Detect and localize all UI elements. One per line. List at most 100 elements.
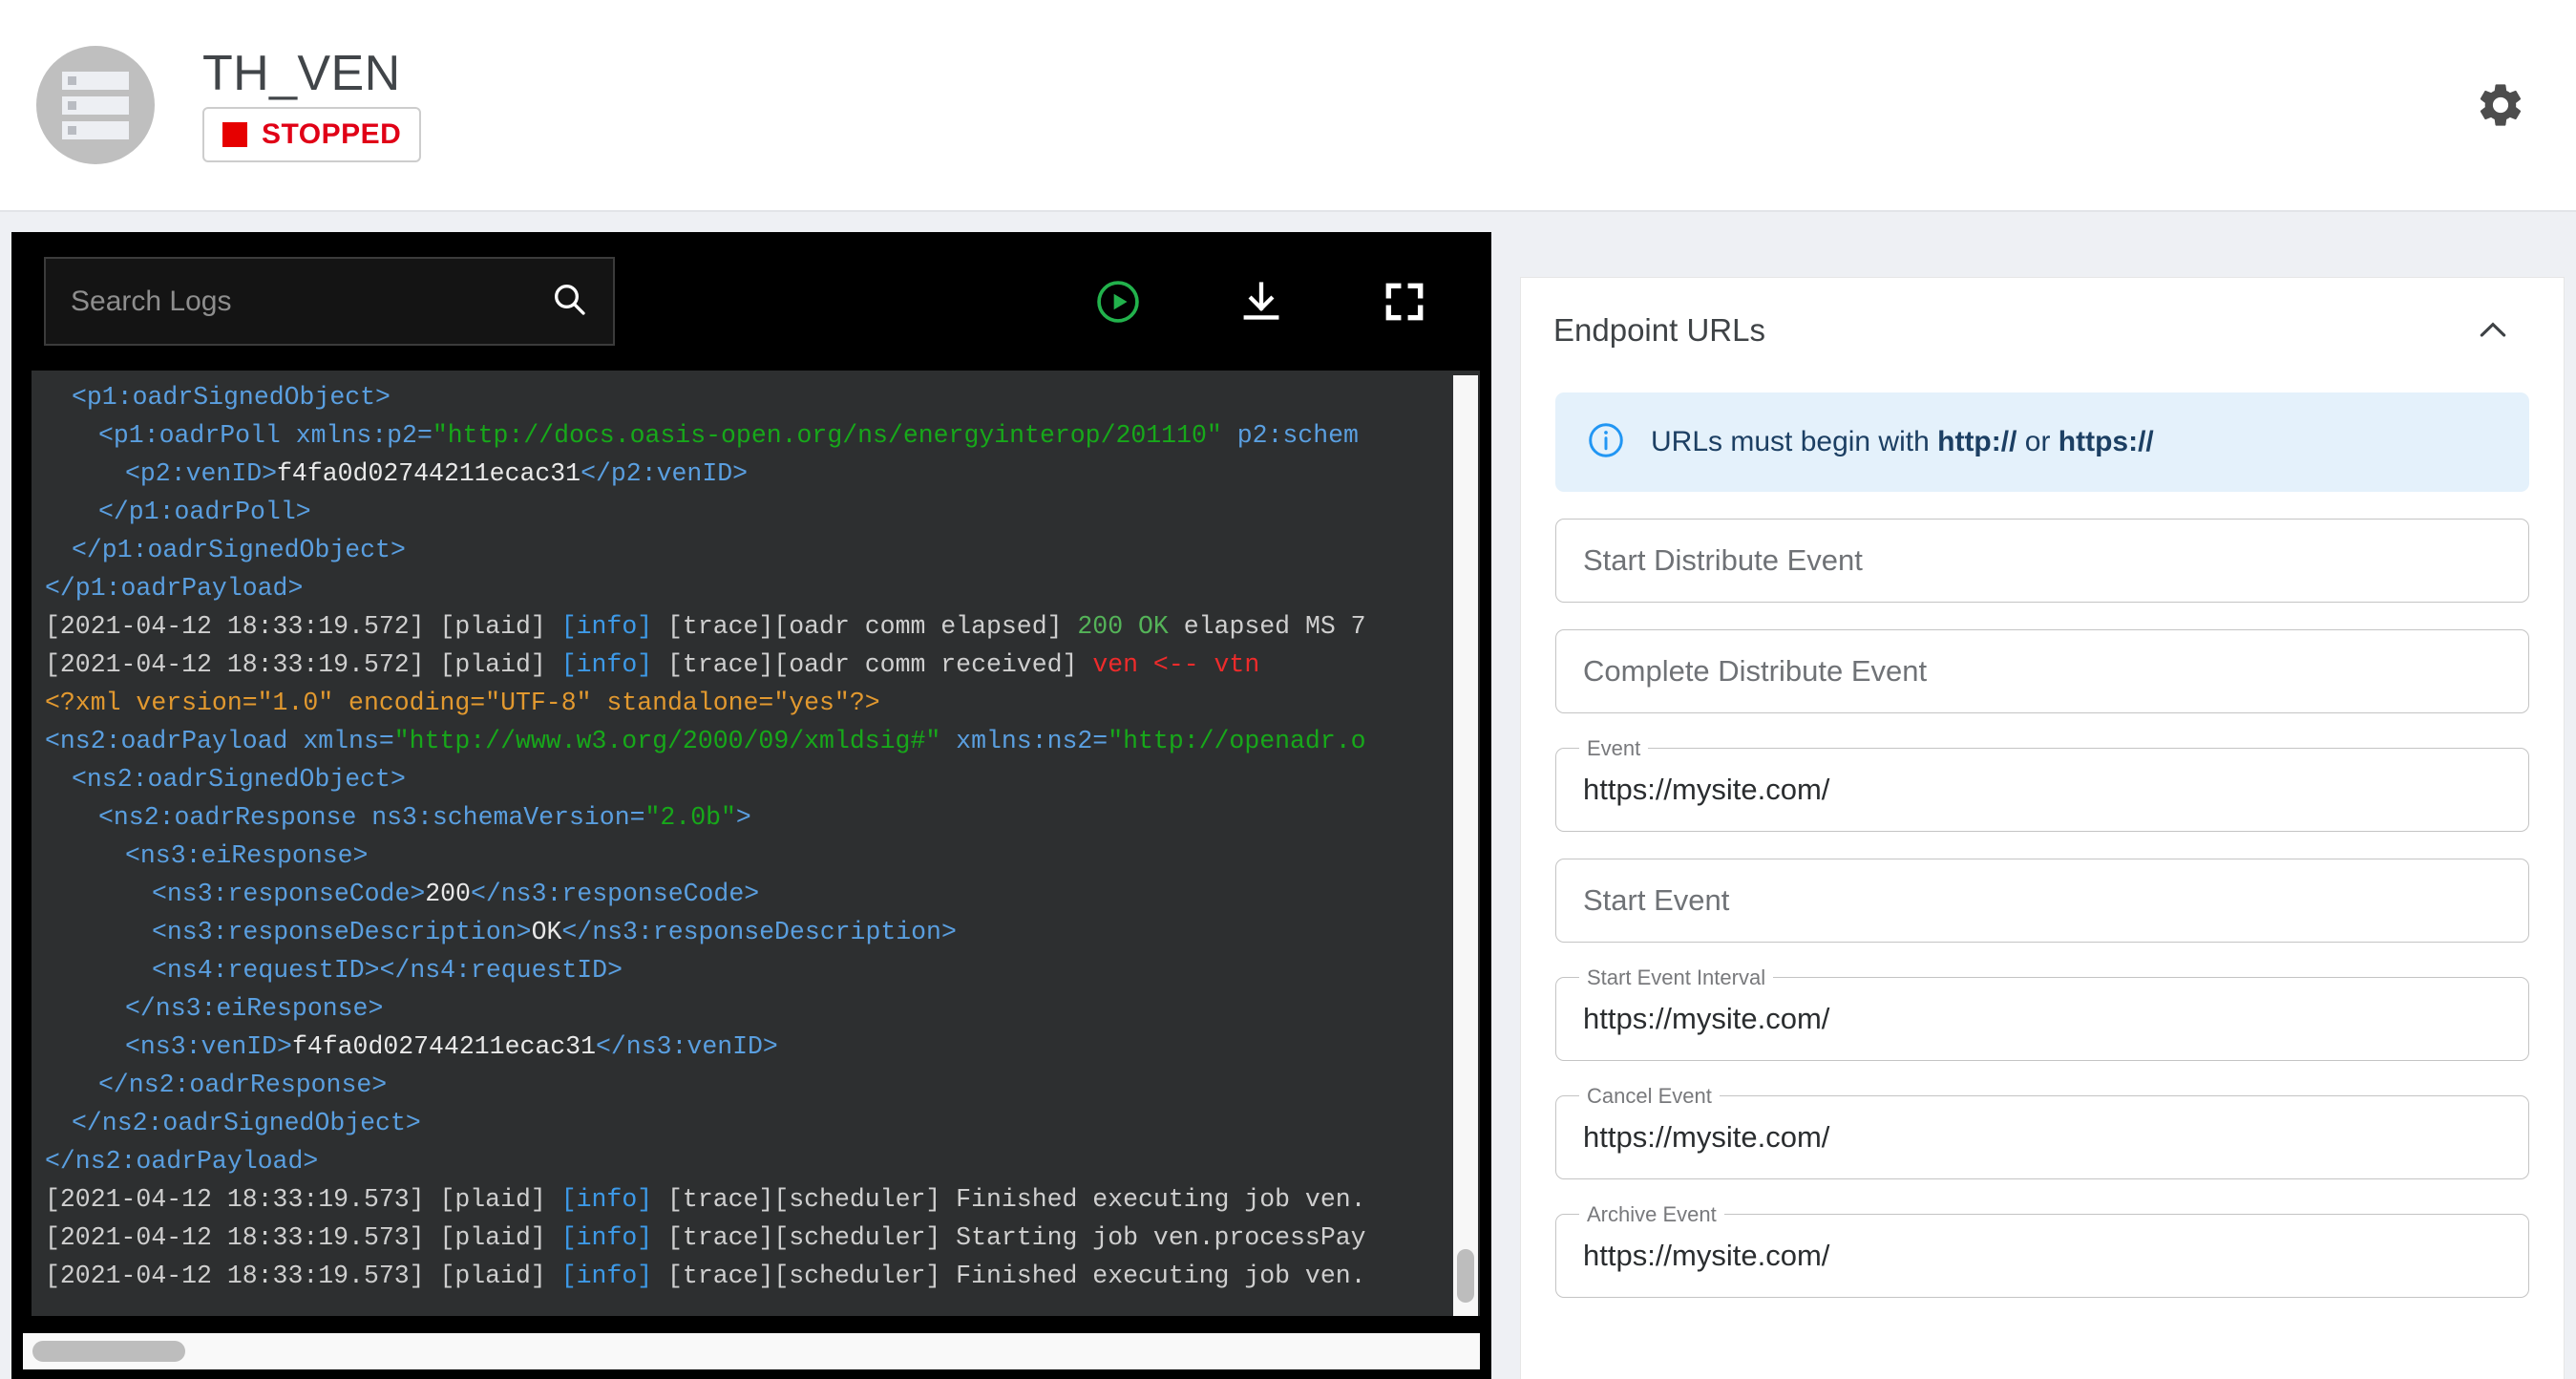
log-line-segment: <?xml version="1.0" encoding="UTF-8" sta… — [45, 689, 880, 717]
log-line-segment: ven <-- vtn — [1092, 650, 1260, 679]
info-http-scheme: http:// — [1937, 426, 2017, 457]
info-https-scheme: https:// — [2058, 426, 2154, 457]
log-line-segment: [info] — [560, 1262, 653, 1290]
log-line-segment: </p1:oadrPoll> — [98, 498, 311, 526]
download-icon[interactable] — [1234, 274, 1289, 329]
field-cancel-event[interactable]: Cancel Event https://mysite.com/ — [1555, 1084, 2529, 1179]
log-line-segment: <ns2:oadrResponse ns3:schemaVersion= — [98, 803, 645, 832]
chevron-up-icon[interactable] — [2466, 304, 2520, 357]
field-label-event: Event — [1579, 736, 1649, 761]
log-line-segment: > — [735, 803, 751, 832]
log-line-segment: <ns3:eiResponse> — [125, 841, 369, 870]
log-line-segment: elapsed MS 7 — [1168, 612, 1366, 641]
field-archive-event[interactable]: Archive Event https://mysite.com/ — [1555, 1202, 2529, 1298]
field-placeholder-complete-distribute-event[interactable]: Complete Distribute Event — [1583, 654, 1927, 689]
log-line-segment: 200 — [425, 880, 471, 908]
app-header: TH_VEN STOPPED — [0, 0, 2576, 212]
log-viewer-panel: <p1:oadrSignedObject> <p1:oadrPoll xmlns:… — [11, 232, 1491, 1379]
log-line: <ns3:responseCode>200</ns3:responseCode> — [32, 875, 1480, 913]
search-input[interactable] — [71, 285, 540, 318]
log-line-segment: [trace][oadr comm received] — [652, 650, 1093, 679]
log-toolbar — [11, 232, 1491, 371]
log-line: </ns2:oadrPayload> — [32, 1142, 1480, 1180]
field-value-archive-event[interactable]: https://mysite.com/ — [1583, 1239, 1829, 1273]
info-conjunction: or — [2016, 426, 2059, 457]
server-icon — [36, 46, 155, 164]
log-line: <ns3:responseDescription>OK</ns3:respons… — [32, 913, 1480, 951]
log-vertical-scrollbar-thumb[interactable] — [1457, 1249, 1474, 1303]
field-value-cancel-event[interactable]: https://mysite.com/ — [1583, 1120, 1829, 1155]
log-line: <?xml version="1.0" encoding="UTF-8" sta… — [32, 684, 1480, 722]
log-line-segment: xmlns:ns2= — [940, 727, 1109, 755]
log-line-segment: </p1:oadrSignedObject> — [72, 536, 406, 564]
log-output[interactable]: <p1:oadrSignedObject> <p1:oadrPoll xmlns:… — [23, 371, 1480, 1316]
log-line: </ns3:eiResponse> — [32, 989, 1480, 1028]
log-line-segment: <ns2:oadrSignedObject> — [72, 765, 406, 794]
field-event[interactable]: Event https://mysite.com/ — [1555, 736, 2529, 832]
field-label-cancel-event: Cancel Event — [1579, 1084, 1720, 1109]
log-line-segment: [info] — [560, 612, 653, 641]
field-label-start-event-interval: Start Event Interval — [1579, 965, 1774, 990]
log-vertical-scrollbar[interactable] — [1453, 375, 1478, 1316]
field-value-event[interactable]: https://mysite.com/ — [1583, 773, 1829, 807]
gear-icon[interactable] — [2471, 75, 2530, 135]
log-line-segment: "http://docs.oasis-open.org/ns/energyint… — [432, 421, 1222, 450]
log-line-segment: </ns2:oadrPayload> — [45, 1147, 319, 1176]
log-line-segment: </ns2:oadrResponse> — [98, 1071, 388, 1099]
log-line-segment: "http://openadr.o — [1108, 727, 1366, 755]
log-line: </ns2:oadrResponse> — [32, 1066, 1480, 1104]
log-line: [2021-04-12 18:33:19.573] [plaid] [info]… — [32, 1219, 1480, 1257]
log-line: </ns2:oadrSignedObject> — [32, 1104, 1480, 1142]
log-line: <ns3:eiResponse> — [32, 837, 1480, 875]
log-line-segment: [info] — [560, 1223, 653, 1252]
log-line: <ns3:venID>f4fa0d02744211ecac31</ns3:ven… — [32, 1028, 1480, 1066]
log-line-segment: [trace][oadr comm elapsed] — [652, 612, 1078, 641]
log-line-segment: <ns3:responseDescription> — [152, 918, 532, 946]
log-line-segment: <ns3:responseCode> — [152, 880, 426, 908]
info-prefix: URLs must begin with — [1651, 426, 1938, 457]
search-logs-box[interactable] — [44, 257, 615, 346]
endpoint-urls-title: Endpoint URLs — [1553, 312, 1765, 348]
log-line-segment: </ns3:responseDescription> — [561, 918, 957, 946]
endpoint-url-fields: Start Distribute Event Complete Distribut… — [1521, 519, 2564, 1298]
field-complete-distribute-event[interactable]: Complete Distribute Event — [1555, 629, 2529, 713]
log-line: </p1:oadrPayload> — [32, 569, 1480, 607]
search-icon[interactable] — [550, 280, 588, 323]
log-line: [2021-04-12 18:33:19.573] [plaid] [info]… — [32, 1257, 1480, 1295]
info-banner-text: URLs must begin with http:// or https:// — [1651, 426, 2154, 458]
log-line-segment: </ns2:oadrSignedObject> — [72, 1109, 421, 1137]
stop-square-icon — [222, 122, 247, 148]
endpoint-urls-header[interactable]: Endpoint URLs — [1521, 278, 2564, 383]
endpoint-urls-panel: Endpoint URLs URLs must begin with http:… — [1520, 277, 2565, 1379]
log-horizontal-scrollbar[interactable] — [23, 1333, 1480, 1369]
log-line-segment: [2021-04-12 18:33:19.573] [plaid] — [45, 1262, 561, 1290]
field-start-event-interval[interactable]: Start Event Interval https://mysite.com/ — [1555, 965, 2529, 1061]
log-line-segment: f4fa0d02744211ecac31 — [291, 1032, 596, 1061]
field-placeholder-start-distribute-event[interactable]: Start Distribute Event — [1583, 543, 1863, 578]
log-line-segment: <p1:oadrSignedObject> — [72, 383, 391, 412]
log-line: </p1:oadrPoll> — [32, 493, 1480, 531]
status-badge-label: STOPPED — [262, 118, 402, 151]
log-line-segment: [trace][scheduler] Starting job ven.proc… — [652, 1223, 1366, 1252]
fullscreen-icon[interactable] — [1377, 274, 1432, 329]
field-placeholder-start-event[interactable]: Start Event — [1583, 883, 1729, 918]
log-line: <ns4:requestID></ns4:requestID> — [32, 951, 1480, 989]
server-icon-bar — [62, 120, 129, 139]
log-line-segment: [2021-04-12 18:33:19.572] [plaid] — [45, 650, 561, 679]
log-horizontal-scrollbar-thumb[interactable] — [32, 1341, 185, 1362]
log-line-segment: 200 OK — [1077, 612, 1169, 641]
log-line: <ns2:oadrResponse ns3:schemaVersion="2.0… — [32, 798, 1480, 837]
log-line: <p1:oadrSignedObject> — [32, 378, 1480, 416]
log-line-segment: </ns3:responseCode> — [470, 880, 760, 908]
log-line-segment: <ns2:oadrPayload xmlns= — [45, 727, 394, 755]
play-circle-icon[interactable] — [1090, 274, 1146, 329]
log-line-segment: [trace][scheduler] Finished executing jo… — [652, 1262, 1366, 1290]
field-label-archive-event: Archive Event — [1579, 1202, 1724, 1227]
log-line-segment: [info] — [560, 1185, 653, 1214]
field-start-event[interactable]: Start Event — [1555, 859, 2529, 943]
info-icon — [1586, 420, 1626, 465]
field-start-distribute-event[interactable]: Start Distribute Event — [1555, 519, 2529, 603]
field-value-start-event-interval[interactable]: https://mysite.com/ — [1583, 1002, 1829, 1036]
log-line: [2021-04-12 18:33:19.572] [plaid] [info]… — [32, 646, 1480, 684]
log-line: </p1:oadrSignedObject> — [32, 531, 1480, 569]
